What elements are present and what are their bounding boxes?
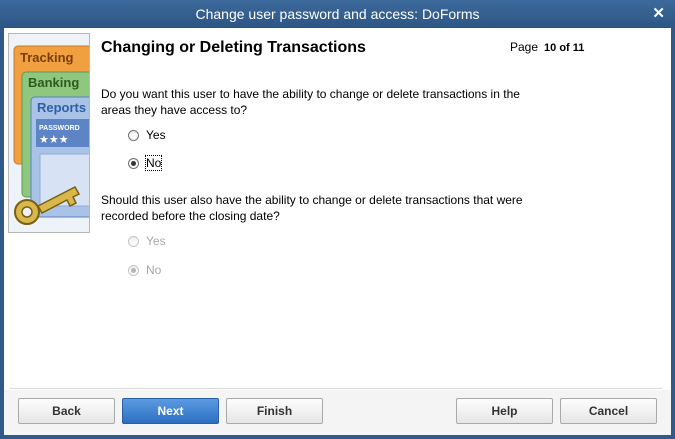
- radio-yes[interactable]: [128, 129, 139, 141]
- radio-closing-no-label: No: [146, 263, 162, 277]
- dialog-window: Change user password and access: DoForms…: [0, 0, 675, 439]
- tab-reports-label: Reports: [37, 100, 86, 115]
- question-change-delete: Do you want this user to have the abilit…: [101, 87, 520, 117]
- access-illustration: Tracking Banking Reports PASSWORD ★★★: [8, 33, 90, 233]
- radio-option-closing-no: No: [128, 263, 161, 277]
- radio-option-closing-yes: Yes: [128, 234, 166, 248]
- finish-button[interactable]: Finish: [226, 398, 323, 424]
- question-closing-date: Should this user also have the ability t…: [101, 193, 523, 223]
- next-button[interactable]: Next: [122, 398, 219, 424]
- close-icon[interactable]: ✕: [652, 0, 665, 28]
- back-button-label: Back: [52, 404, 81, 418]
- radio-closing-yes: [128, 235, 139, 247]
- page-label: Page: [510, 40, 539, 54]
- cancel-button[interactable]: Cancel: [560, 398, 657, 424]
- page-title: Changing or Deleting Transactions: [101, 39, 366, 56]
- tab-tracking-label: Tracking: [20, 50, 74, 65]
- cancel-button-label: Cancel: [588, 404, 629, 418]
- page-indicator: Page 10 of 11: [510, 40, 584, 54]
- back-button[interactable]: Back: [18, 398, 115, 424]
- page-number: 10 of 11: [544, 42, 585, 54]
- title-bar: Change user password and access: DoForms…: [0, 0, 675, 28]
- radio-option-yes[interactable]: Yes: [128, 128, 166, 142]
- finish-button-label: Finish: [256, 404, 293, 418]
- radio-closing-yes-label: Yes: [146, 234, 166, 248]
- radio-yes-label: Yes: [146, 128, 166, 142]
- password-label: PASSWORD: [39, 125, 80, 132]
- help-button-label: Help: [491, 404, 518, 418]
- next-button-label: Next: [157, 404, 184, 418]
- password-stars: ★★★: [39, 134, 69, 146]
- radio-closing-no: [128, 264, 139, 276]
- tab-banking-label: Banking: [28, 75, 79, 90]
- radio-no-label: No: [144, 155, 163, 171]
- radio-no[interactable]: [128, 157, 139, 169]
- help-button[interactable]: Help: [456, 398, 553, 424]
- window-title: Change user password and access: DoForms: [195, 6, 480, 22]
- illustration-graphic: Tracking Banking Reports PASSWORD ★★★: [13, 45, 89, 225]
- dialog-content: Tracking Banking Reports PASSWORD ★★★ Ch…: [4, 28, 671, 435]
- footer-divider: [10, 388, 662, 389]
- radio-option-no[interactable]: No: [128, 155, 163, 171]
